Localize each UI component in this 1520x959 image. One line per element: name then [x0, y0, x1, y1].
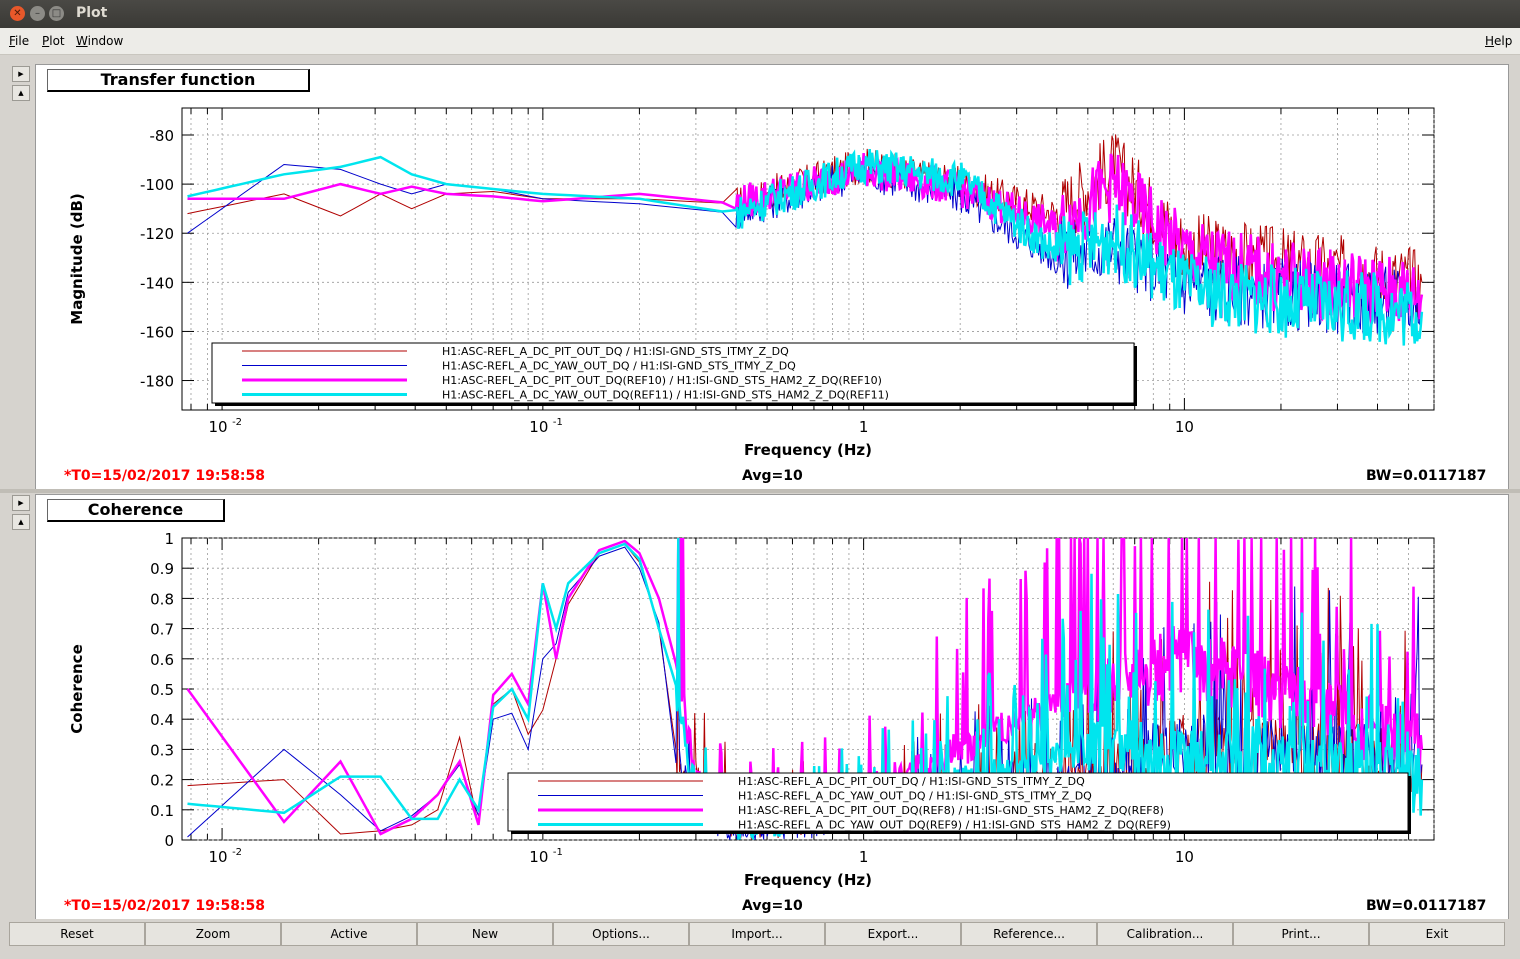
y-tick-label: 0 — [164, 832, 174, 850]
panel1-expand-arrow[interactable]: ▶ — [12, 66, 30, 82]
print-button[interactable]: Print... — [1233, 922, 1369, 946]
import-button[interactable]: Import... — [689, 922, 825, 946]
x-tick-label: 10 — [529, 848, 548, 866]
reference-button[interactable]: Reference... — [961, 922, 1097, 946]
reset-button[interactable]: Reset — [9, 922, 145, 946]
coherence-chart[interactable]: 0 0.1 0.2 0.3 0.4 0.5 0.6 0.7 0.8 0.9 1 10 -2 10 -1 1 10… — [36, 495, 1508, 919]
y-tick-label: -140 — [140, 274, 174, 292]
menu-bar: File Plot Window Help — [0, 28, 1520, 55]
window-titlebar: ✕ – □ Plot — [0, 0, 1520, 28]
active-button[interactable]: Active — [281, 922, 417, 946]
bottom-button-bar: Reset Zoom Active New Options... Import... Exp… — [0, 919, 1520, 959]
y-tick-label: -160 — [140, 323, 174, 341]
y-tick-label: -120 — [140, 225, 174, 243]
export-button[interactable]: Export... — [825, 922, 961, 946]
close-window-button[interactable]: ✕ — [10, 6, 25, 21]
minimize-window-button[interactable]: – — [30, 6, 45, 21]
legend-entry: H1:ASC-REFL_A_DC_YAW_OUT_DQ / H1:ISI-GND… — [738, 790, 1092, 803]
x-tick-exponent: -1 — [553, 417, 563, 428]
legend-entry: H1:ASC-REFL_A_DC_PIT_OUT_DQ / H1:ISI-GND… — [738, 775, 1085, 788]
y-tick-label: -100 — [140, 176, 174, 194]
menu-file[interactable]: File — [9, 34, 29, 48]
coherence-pad[interactable]: Coherence 0 0.1 0.2 0.3 0.4 0.5 0.6 0.7 0.8 0.9 1 1… — [35, 494, 1509, 920]
avg-label: Avg=10 — [742, 898, 803, 914]
bw-label: BW=0.0117187 — [1366, 468, 1487, 484]
panel2-expand-arrow[interactable]: ▶ — [12, 495, 30, 511]
t0-timestamp: *T0=15/02/2017 19:58:58 — [64, 898, 266, 914]
window-title: Plot — [76, 5, 108, 21]
menu-window[interactable]: Window — [76, 34, 123, 48]
zoom-button[interactable]: Zoom — [145, 922, 281, 946]
y-tick-label: -180 — [140, 373, 174, 391]
y-axis-label: Coherence — [68, 644, 86, 733]
y-tick-label: 0.3 — [150, 741, 174, 759]
t0-timestamp: *T0=15/02/2017 19:58:58 — [64, 468, 266, 484]
x-tick-label: 10 — [1175, 848, 1194, 866]
legend-entry: H1:ASC-REFL_A_DC_PIT_OUT_DQ(REF10) / H1:… — [442, 374, 882, 387]
new-button[interactable]: New — [417, 922, 553, 946]
y-tick-label: 0.1 — [150, 802, 174, 820]
transfer-function-pad[interactable]: Transfer function -80 -100 -120 -140 -160 -18… — [35, 64, 1509, 490]
x-tick-exponent: -2 — [232, 847, 242, 858]
panel1-collapse-arrow[interactable]: ▲ — [12, 85, 30, 101]
y-tick-label: 0.2 — [150, 772, 174, 790]
bw-label: BW=0.0117187 — [1366, 898, 1487, 914]
x-tick-label: 1 — [859, 418, 869, 436]
x-tick-label: 1 — [859, 848, 869, 866]
x-tick-label: 10 — [1175, 418, 1194, 436]
menu-help[interactable]: Help — [1485, 34, 1512, 48]
legend-entry: H1:ASC-REFL_A_DC_YAW_OUT_DQ(REF11) / H1:… — [442, 389, 889, 402]
exit-button[interactable]: Exit — [1369, 922, 1505, 946]
maximize-window-button[interactable]: □ — [49, 6, 64, 21]
y-tick-label: 0.6 — [150, 651, 174, 669]
legend-entry: H1:ASC-REFL_A_DC_PIT_OUT_DQ / H1:ISI-GND… — [442, 345, 789, 358]
y-tick-label: 0.9 — [150, 560, 174, 578]
y-tick-label: 1 — [164, 530, 174, 548]
legend-entry: H1:ASC-REFL_A_DC_YAW_OUT_DQ(REF9) / H1:I… — [738, 819, 1171, 832]
legend-entry: H1:ASC-REFL_A_DC_YAW_OUT_DQ / H1:ISI-GND… — [442, 360, 796, 373]
panel2-collapse-arrow[interactable]: ▲ — [12, 514, 30, 530]
x-axis-label: Frequency (Hz) — [744, 441, 872, 459]
y-tick-label: 0.4 — [150, 711, 174, 729]
y-axis-label: Magnitude (dB) — [68, 193, 86, 324]
y-tick-label: 0.8 — [150, 590, 174, 608]
y-tick-label: 0.7 — [150, 621, 174, 639]
legend-entry: H1:ASC-REFL_A_DC_PIT_OUT_DQ(REF8) / H1:I… — [738, 804, 1164, 817]
x-tick-label: 10 — [529, 418, 548, 436]
menu-plot[interactable]: Plot — [42, 34, 65, 48]
x-tick-exponent: -1 — [553, 847, 563, 858]
y-tick-label: 0.5 — [150, 681, 174, 699]
x-tick-label: 10 — [209, 418, 228, 436]
y-tick-label: -80 — [150, 127, 175, 145]
x-tick-label: 10 — [209, 848, 228, 866]
x-tick-exponent: -2 — [232, 417, 242, 428]
options-button[interactable]: Options... — [553, 922, 689, 946]
pane-divider[interactable] — [0, 489, 1520, 493]
x-axis-label: Frequency (Hz) — [744, 871, 872, 889]
transfer-function-chart[interactable]: -80 -100 -120 -140 -160 -180 10 -2 10 -1 1 10 Freque… — [36, 65, 1508, 489]
calibration-button[interactable]: Calibration... — [1097, 922, 1233, 946]
avg-label: Avg=10 — [742, 468, 803, 484]
